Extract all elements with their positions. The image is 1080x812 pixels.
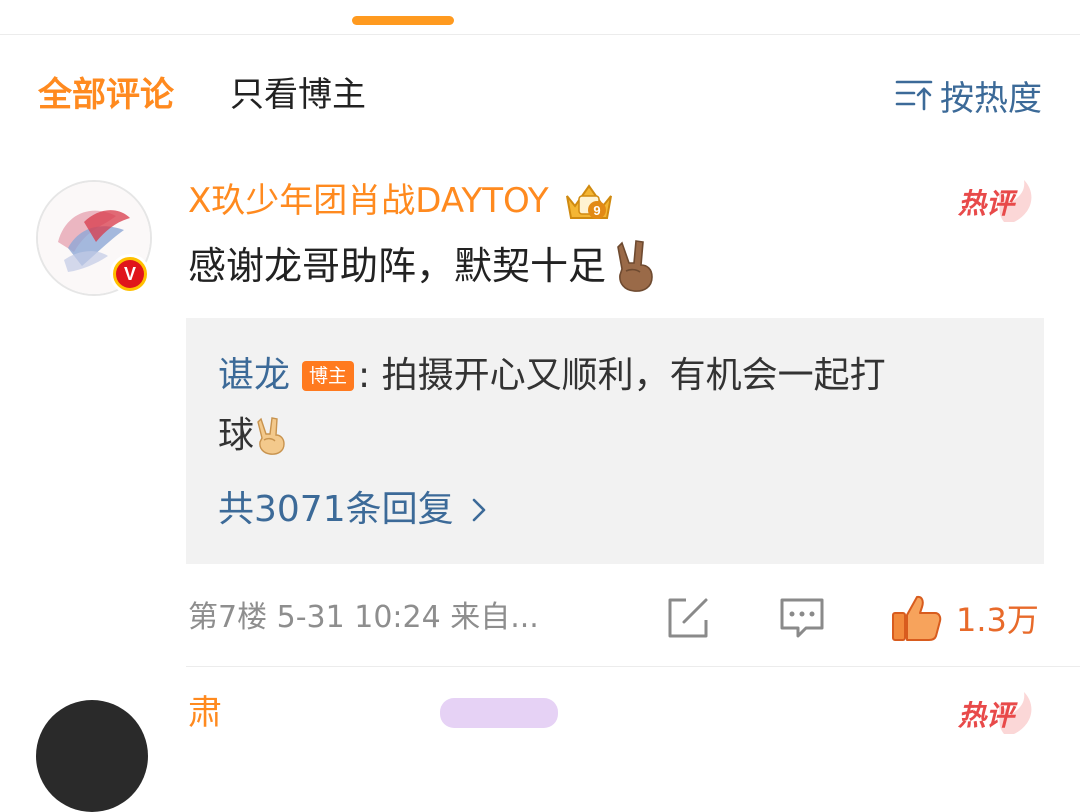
reply-text-line1: : 拍摄开心又顺利，有机会一起打 [358, 355, 886, 396]
hot-comment-tag: 热评 [958, 178, 1036, 224]
repost-button[interactable] [664, 592, 712, 644]
comment-icon [780, 598, 824, 638]
blogger-badge: 博主 [302, 361, 355, 391]
tab-all-comments[interactable]: 全部评论 [38, 70, 174, 120]
crown-level-icon: 9 [565, 184, 612, 219]
sort-by-heat-button[interactable]: 按热度 [894, 70, 1042, 120]
comment-tabs: 全部评论 只看博主 [38, 70, 422, 120]
sort-label: 按热度 [940, 78, 1042, 119]
reply-comment-button[interactable] [778, 592, 826, 644]
reply-text-line2: 球 [218, 415, 255, 456]
top-divider [0, 34, 1080, 35]
reply-author[interactable]: 谌龙 [218, 348, 290, 404]
reply-count-label: 共3071条回复 [218, 489, 454, 530]
verified-badge-label: V [116, 260, 144, 288]
like-button[interactable]: 1.3万 [890, 592, 1039, 644]
reply-line: 球 [218, 408, 288, 464]
top-scroll-indicator [352, 16, 454, 25]
tab-blogger-only[interactable]: 只看博主 [230, 70, 366, 120]
next-hot-comment-tag: 热评 [958, 690, 1036, 736]
comment-username[interactable]: X玖少年团肖战DAYTOY [188, 178, 549, 224]
next-comment-avatar[interactable] [36, 700, 148, 812]
victory-hand-icon [617, 240, 653, 292]
next-hot-comment-label: 热评 [958, 699, 1015, 732]
view-all-replies-link[interactable]: 共3071条回复 [218, 482, 486, 538]
next-comment-fan-badge [440, 698, 558, 728]
next-comment-username[interactable]: 肃 [188, 690, 222, 736]
comment-body: 感谢龙哥助阵，默契十足 [188, 236, 658, 296]
avatar[interactable]: V [36, 180, 152, 296]
share-edit-icon [668, 598, 708, 638]
hot-comment-label: 热评 [958, 187, 1015, 220]
comment-text: 感谢龙哥助阵，默契十足 [188, 244, 607, 288]
reply-line: 谌龙 博主 : 拍摄开心又顺利，有机会一起打 [218, 348, 886, 404]
comment-divider [186, 666, 1080, 667]
verified-badge: V [110, 254, 150, 294]
thumbs-up-icon [892, 595, 942, 641]
like-count: 1.3万 [956, 601, 1039, 639]
sort-icon [895, 80, 933, 111]
victory-hand-icon [257, 417, 285, 455]
comment-header: X玖少年团肖战DAYTOY 9 [188, 178, 617, 224]
reply-preview-box[interactable]: 谌龙 博主 : 拍摄开心又顺利，有机会一起打 球 共3071条回复 [186, 318, 1044, 564]
comment-meta: 第7楼 5-31 10:24 来自... [188, 600, 539, 635]
chevron-right-icon [472, 498, 485, 522]
user-level: 9 [593, 203, 600, 218]
